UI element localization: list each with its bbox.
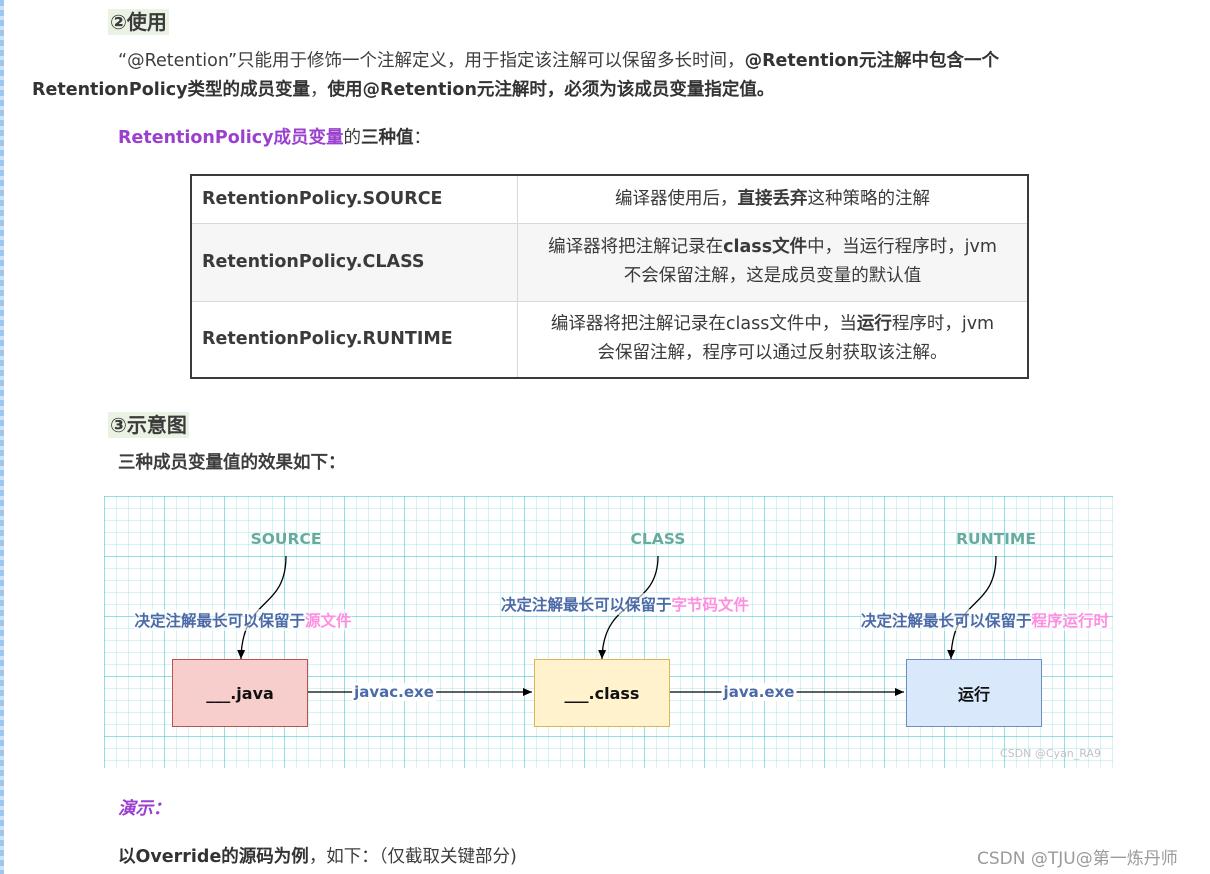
desc-text: 决定注解最长可以保留于 [860, 612, 1032, 630]
policy-name-cell: RetentionPolicy.CLASS [190, 222, 518, 302]
javac-label: javac.exe [352, 683, 436, 701]
paragraph-bold-text: RetentionPolicy类型的成员变量 [32, 80, 311, 100]
paragraph-bold-text: 使用@Retention元注解时，必须为该成员变量指定值。 [327, 80, 775, 100]
section-heading-diagram: ③示意图 [108, 412, 189, 438]
desc-highlight: 字节码文件 [671, 596, 750, 614]
desc-text: 决定注解最长可以保留于 [134, 612, 305, 630]
desc-text: 编译器将把注解记录在 [548, 237, 724, 257]
policy-description-cell: 编译器将把注解记录在class文件中，当运行程序时，jvm 会保留注解，程序可以… [517, 300, 1029, 379]
desc-text: 不会保留注解，这是成员变量的默认值 [623, 266, 922, 286]
desc-bold: 运行 [856, 314, 892, 335]
intro-bold: 三种值 [361, 128, 414, 148]
policy-name-cell: RetentionPolicy.SOURCE [190, 174, 518, 224]
section-heading-usage: ②使用 [108, 9, 169, 35]
page-watermark: CSDN @TJU@第一炼丹师 [977, 849, 1178, 869]
runtime-curve [947, 555, 997, 660]
desc-text: 这种策略的注解 [807, 188, 931, 209]
desc-text: 决定注解最长可以保留于 [500, 596, 672, 614]
paragraph-bold-text: @Retention元注解中包含一个 [744, 51, 999, 71]
runtime-box: 运行 [906, 659, 1042, 727]
retention-policy-highlight: RetentionPolicy成员变量 [118, 128, 344, 148]
diagram-subtitle: 三种成员变量值的效果如下： [118, 453, 346, 473]
demo-bold: 以Override的源码为例 [118, 847, 309, 867]
desc-text: 程序时，jvm [891, 314, 995, 335]
source-curve [237, 555, 287, 660]
desc-bold: 直接丢弃 [737, 188, 808, 209]
stage-desc-runtime: 决定注解最长可以保留于程序运行时 [860, 609, 1110, 631]
paragraph-line-2: RetentionPolicy类型的成员变量，使用@Retention元注解时，… [32, 76, 774, 105]
paragraph-text: ， [310, 80, 328, 100]
demo-label: 演示： [118, 799, 171, 819]
java-file-box: ___.java [172, 659, 308, 727]
class-file-box: ___.class [534, 659, 670, 727]
desc-text: 编译器将把注解记录在class文件中，当 [550, 314, 857, 335]
demo-rest: ，如下：（仅截取关键部分) [308, 847, 517, 867]
retention-policy-table: RetentionPolicy.SOURCE 编译器使用后，直接丢弃这种策略的注… [190, 174, 1029, 379]
desc-highlight: 程序运行时 [1031, 612, 1110, 630]
intro-text: 的 [343, 128, 362, 148]
demo-text: 以Override的源码为例，如下：（仅截取关键部分) [118, 843, 517, 872]
diagram-watermark: CSDN @Cyan_RA9 [1000, 747, 1101, 760]
left-edge-decoration [0, 0, 4, 874]
intro-colon: ： [413, 128, 432, 148]
stage-label-class: CLASS [630, 530, 686, 548]
retention-diagram: SOURCE CLASS RUNTIME 决定注解最长可以保留于源文件 决定注解… [104, 496, 1113, 768]
desc-text: 编译器使用后， [615, 188, 738, 209]
table-row: RetentionPolicy.CLASS 编译器将把注解记录在class文件中… [190, 222, 1029, 302]
stage-label-runtime: RUNTIME [956, 530, 1036, 548]
policy-description-cell: 编译器将把注解记录在class文件中，当运行程序时，jvm 不会保留注解，这是成… [517, 222, 1029, 302]
table-row: RetentionPolicy.SOURCE 编译器使用后，直接丢弃这种策略的注… [190, 174, 1029, 224]
stage-desc-class: 决定注解最长可以保留于字节码文件 [500, 593, 750, 615]
stage-label-source: SOURCE [250, 530, 322, 548]
policy-name-cell: RetentionPolicy.RUNTIME [190, 300, 518, 379]
stage-desc-source: 决定注解最长可以保留于源文件 [134, 609, 352, 631]
policy-description-cell: 编译器使用后，直接丢弃这种策略的注解 [517, 174, 1029, 224]
desc-highlight: 源文件 [305, 612, 352, 630]
desc-text: 会保留注解，程序可以通过反射获取该注解。 [597, 343, 948, 364]
desc-bold: class文件 [723, 237, 808, 257]
desc-text: 中，当运行程序时，jvm [807, 237, 997, 257]
paragraph-text: “@Retention”只能用于修饰一个注解定义，用于指定该注解可以保留多长时间… [118, 51, 745, 71]
three-values-intro: RetentionPolicy成员变量的三种值： [118, 124, 431, 153]
java-label: java.exe [721, 683, 797, 701]
table-row: RetentionPolicy.RUNTIME 编译器将把注解记录在class文… [190, 300, 1029, 379]
paragraph-line-1: “@Retention”只能用于修饰一个注解定义，用于指定该注解可以保留多长时间… [118, 47, 999, 76]
